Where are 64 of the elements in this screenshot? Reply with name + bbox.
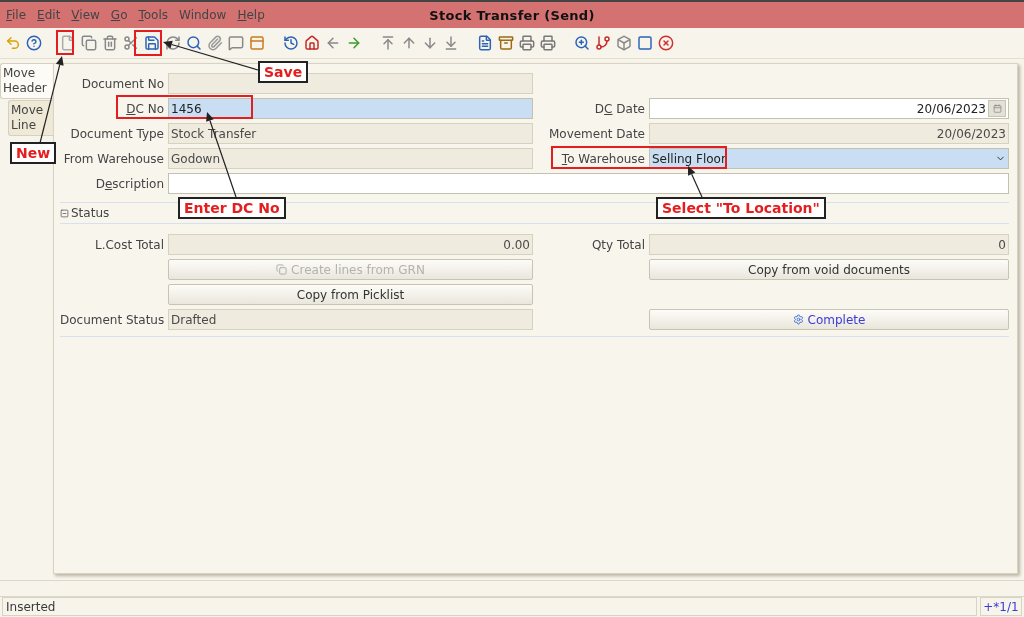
action-button[interactable]: Copy from Picklist bbox=[168, 284, 533, 305]
field-label: L.Cost Total bbox=[93, 237, 164, 252]
input-field[interactable]: 1456 bbox=[168, 98, 533, 119]
process-button[interactable]: Complete bbox=[649, 309, 1009, 330]
callout-label: Save bbox=[258, 61, 309, 83]
field-label: DC No bbox=[125, 101, 164, 116]
arrow bbox=[688, 166, 703, 198]
highlight-frame bbox=[56, 30, 74, 55]
callout-label: Enter DC No bbox=[178, 197, 286, 219]
paperclip-icon[interactable] bbox=[207, 35, 223, 51]
home-icon[interactable] bbox=[304, 35, 320, 51]
field-label: DC Date bbox=[593, 101, 645, 116]
input-field[interactable]: 0.00 bbox=[168, 234, 533, 255]
field-label: To Warehouse bbox=[560, 151, 645, 166]
status-message: Inserted bbox=[2, 597, 977, 616]
record-counter[interactable]: +*1/1 bbox=[980, 597, 1022, 616]
field-label: Qty Total bbox=[590, 237, 645, 252]
close-icon[interactable] bbox=[658, 35, 674, 51]
input-field[interactable]: 0 bbox=[649, 234, 1009, 255]
history-icon[interactable] bbox=[283, 35, 299, 51]
undo-icon[interactable] bbox=[5, 35, 21, 51]
save-icon[interactable] bbox=[144, 35, 160, 51]
search-icon[interactable] bbox=[186, 35, 202, 51]
gear-icon bbox=[792, 314, 804, 325]
date-field[interactable]: 20/06/2023 bbox=[649, 98, 1009, 119]
callout-label: New bbox=[10, 142, 57, 164]
input-field[interactable]: Godown bbox=[168, 148, 533, 169]
trash-icon[interactable] bbox=[102, 35, 118, 51]
input-field[interactable] bbox=[168, 173, 1009, 194]
arrow-right-icon[interactable] bbox=[346, 35, 362, 51]
chat-icon[interactable] bbox=[228, 35, 244, 51]
input-field[interactable]: Drafted bbox=[168, 309, 533, 330]
window-icon[interactable] bbox=[249, 35, 265, 51]
print-preview-icon[interactable] bbox=[519, 35, 535, 51]
field-label: Document Status bbox=[60, 312, 164, 327]
report-icon[interactable] bbox=[477, 35, 493, 51]
zoom-icon[interactable] bbox=[574, 35, 590, 51]
section-title: Status bbox=[71, 206, 110, 220]
field-label: From Warehouse bbox=[62, 151, 164, 166]
field-label: Document No bbox=[80, 76, 164, 91]
help-icon[interactable] bbox=[26, 35, 42, 51]
copy-icon bbox=[276, 264, 288, 275]
input-field[interactable]: 20/06/2023 bbox=[649, 123, 1009, 144]
last-record-icon[interactable] bbox=[443, 35, 459, 51]
scissors-icon[interactable] bbox=[123, 35, 139, 51]
dropdown-field[interactable]: Selling Floor bbox=[649, 148, 1009, 169]
tab[interactable]: Move Header bbox=[0, 63, 53, 99]
print-icon[interactable] bbox=[540, 35, 556, 51]
first-record-icon[interactable] bbox=[380, 35, 396, 51]
callout-label: Select "To Location" bbox=[656, 197, 826, 219]
box-icon[interactable] bbox=[616, 35, 632, 51]
arrow-left-icon[interactable] bbox=[325, 35, 341, 51]
copy-icon[interactable] bbox=[81, 35, 97, 51]
action-button[interactable]: Copy from void documents bbox=[649, 259, 1009, 280]
archive-icon[interactable] bbox=[498, 35, 514, 51]
workflow-icon[interactable] bbox=[595, 35, 611, 51]
field-label: Movement Date bbox=[547, 126, 645, 141]
tab[interactable]: Move Line bbox=[8, 100, 53, 136]
calendar-icon[interactable] bbox=[992, 104, 1002, 113]
window-title: Stock Transfer (Send) bbox=[429, 7, 595, 23]
field-label: Document Type bbox=[69, 126, 164, 141]
highlight-frame bbox=[134, 30, 162, 56]
field-label: Description bbox=[94, 176, 164, 191]
collapse-icon[interactable] bbox=[60, 208, 69, 218]
